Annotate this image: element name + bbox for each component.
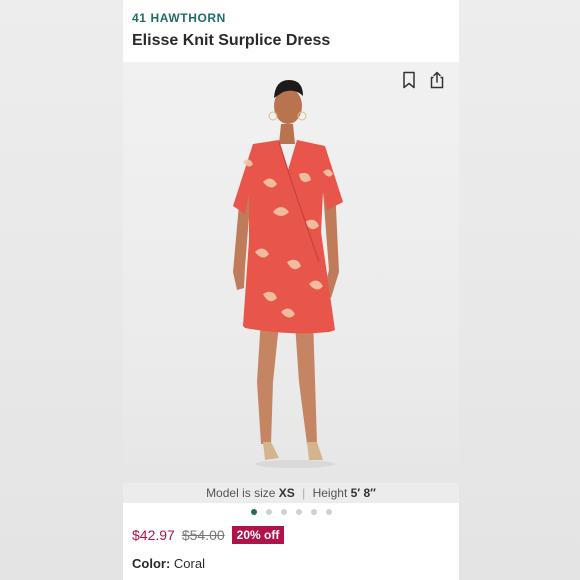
background-left [0,0,123,580]
carousel-dot[interactable] [250,509,257,515]
product-header: 41 HAWTHORN Elisse Knit Surplice Dress [123,0,459,62]
model-height-value: 5′ 8″ [350,486,376,500]
product-card: 41 HAWTHORN Elisse Knit Surplice Dress M… [123,0,459,580]
product-photo[interactable] [123,62,459,483]
color-row: Color: Coral [123,556,459,571]
sale-price: $42.97 [132,527,175,543]
carousel-dot[interactable] [310,509,317,515]
original-price: $54.00 [181,527,225,543]
carousel-dots [123,503,459,521]
background-right [457,0,580,580]
carousel-dot[interactable] [280,509,287,515]
price-row: $42.97 $54.00 20% off [123,524,459,546]
model-figure [233,80,343,468]
color-value: Coral [173,556,205,571]
brand-name[interactable]: 41 HAWTHORN [132,10,449,26]
color-label: Color: [132,556,171,571]
model-height-label: Height [312,486,348,500]
carousel-dot[interactable] [265,509,272,515]
carousel-dot[interactable] [325,509,332,515]
carousel-dot[interactable] [295,509,302,515]
caption-divider: | [302,486,306,500]
product-title: Elisse Knit Surplice Dress [132,32,331,49]
discount-badge: 20% off [231,526,285,544]
model-size-caption: Model is size XS | Height 5′ 8″ [123,483,459,503]
model-size-label: Model is size [206,486,276,500]
model-size-value: XS [278,486,295,500]
